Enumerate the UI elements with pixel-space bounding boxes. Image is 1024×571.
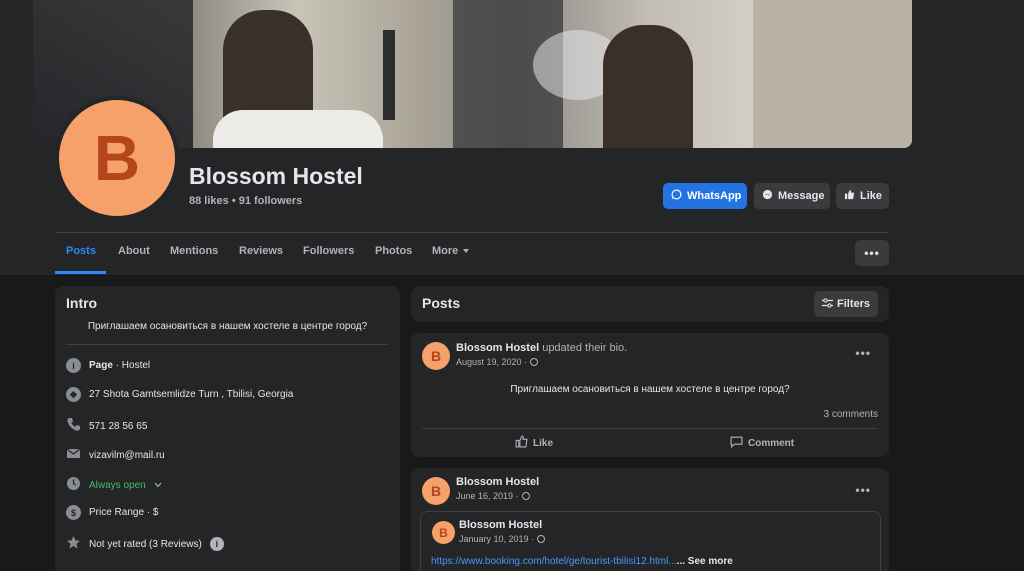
intro-email[interactable]: vizavilm@mail.ru <box>66 446 165 464</box>
email-text: vizavilm@mail.ru <box>89 449 165 461</box>
rating-text: Not yet rated (3 Reviews) <box>89 538 202 550</box>
like-label: Like <box>533 437 554 449</box>
post-date-text[interactable]: June 16, 2019 · <box>456 491 519 501</box>
intro-bio: Приглашаем осановиться в нашем хостеле в… <box>87 321 368 332</box>
posts-title: Posts <box>422 295 461 311</box>
intro-title: Intro <box>66 295 98 311</box>
shared-date-text[interactable]: January 10, 2019 · <box>459 534 534 544</box>
comments-count[interactable]: 3 comments <box>824 409 878 420</box>
intro-price-range: $ Price Range · $ <box>66 505 158 520</box>
tab-followers[interactable]: Followers <box>303 245 354 257</box>
price-icon: $ <box>66 505 81 520</box>
see-more-link[interactable]: ... See more <box>677 556 733 567</box>
tab-more[interactable]: More <box>432 245 470 257</box>
post-menu-button[interactable]: ••• <box>855 483 871 497</box>
message-button[interactable]: Message <box>754 183 830 209</box>
post-date[interactable]: August 19, 2020 · <box>456 357 539 367</box>
email-icon <box>66 446 81 464</box>
intro-divider <box>66 344 388 345</box>
like-label: Like <box>860 190 883 202</box>
intro-address[interactable]: ◆ 27 Shota Gamtsemlidze Turn , Tbilisi, … <box>66 387 293 402</box>
shared-post-link[interactable]: https://www.booking.com/hotel/ge/tourist… <box>431 556 733 567</box>
message-label: Message <box>778 190 825 202</box>
post-comment-button[interactable]: Comment <box>730 435 794 451</box>
whatsapp-button[interactable]: WhatsApp <box>663 183 747 209</box>
post-author-avatar[interactable]: B <box>422 477 450 505</box>
post-action-text: updated their bio. <box>539 342 628 354</box>
more-options-button[interactable]: ••• <box>855 240 889 266</box>
whatsapp-icon <box>671 189 682 203</box>
page-category: · Hostel <box>112 360 151 371</box>
directions-icon: ◆ <box>66 387 81 402</box>
tab-about[interactable]: About <box>118 245 150 257</box>
phone-icon <box>66 417 81 435</box>
filters-button[interactable]: Filters <box>814 291 878 317</box>
address-text: 27 Shota Gamtsemlidze Turn , Tbilisi, Ge… <box>89 389 294 400</box>
page-stats: 88 likes • 91 followers <box>189 195 303 207</box>
post-date[interactable]: June 16, 2019 · <box>456 491 530 501</box>
shared-post[interactable]: B Blossom Hostel January 10, 2019 · http… <box>420 511 881 571</box>
thumbs-up-icon <box>515 435 528 451</box>
avatar-letter: B <box>93 122 141 194</box>
tab-reviews[interactable]: Reviews <box>239 245 283 257</box>
post-card: B Blossom Hostel June 16, 2019 · ••• B B… <box>411 468 889 571</box>
header-divider <box>55 232 889 233</box>
tab-mentions[interactable]: Mentions <box>170 245 218 257</box>
like-page-button[interactable]: Like <box>836 183 889 209</box>
tab-more-label: More <box>432 245 459 257</box>
post-menu-button[interactable]: ••• <box>855 346 871 360</box>
post-author-name[interactable]: Blossom Hostel <box>456 476 539 488</box>
posts-header: Posts Filters <box>411 286 889 322</box>
intro-rating: Not yet rated (3 Reviews) i <box>66 535 224 553</box>
post-text: Приглашаем осановиться в нашем хостеле в… <box>510 384 790 395</box>
active-tab-indicator <box>55 271 106 274</box>
page-avatar[interactable]: B <box>59 100 175 216</box>
info-icon: i <box>66 358 81 373</box>
thumbs-up-icon <box>844 189 855 203</box>
comment-icon <box>730 435 743 451</box>
clock-icon <box>66 476 81 494</box>
star-icon <box>66 535 81 553</box>
filter-sliders-icon <box>821 297 833 311</box>
filters-label: Filters <box>836 298 870 310</box>
info-icon[interactable]: i <box>209 537 224 551</box>
messenger-icon <box>762 189 773 203</box>
caret-down-icon <box>462 245 470 257</box>
globe-icon <box>537 535 546 543</box>
price-text: Price Range · $ <box>89 507 159 518</box>
shared-author-avatar[interactable]: B <box>432 521 455 544</box>
post-author[interactable]: Blossom Hostel updated their bio. <box>456 342 627 354</box>
whatsapp-label: WhatsApp <box>687 190 742 202</box>
comment-label: Comment <box>748 437 795 449</box>
shared-author-name[interactable]: Blossom Hostel <box>459 519 542 531</box>
post-date-text[interactable]: August 19, 2020 · <box>456 357 527 367</box>
post-card: B Blossom Hostel updated their bio. Augu… <box>411 333 889 457</box>
globe-icon <box>530 358 539 366</box>
booking-link[interactable]: https://www.booking.com/hotel/ge/tourist… <box>431 556 677 567</box>
chevron-down-icon <box>154 480 162 491</box>
globe-icon <box>521 492 530 500</box>
intro-card: Intro Приглашаем осановиться в нашем хос… <box>55 286 400 571</box>
phone-text: 571 28 56 65 <box>89 420 148 432</box>
tab-photos[interactable]: Photos <box>375 245 412 257</box>
shared-post-date[interactable]: January 10, 2019 · <box>459 534 546 544</box>
post-author-name[interactable]: Blossom Hostel <box>456 342 539 354</box>
tab-posts[interactable]: Posts <box>66 245 96 257</box>
page-title: Blossom Hostel <box>189 163 363 189</box>
post-divider <box>422 428 878 429</box>
hours-text: Always open <box>89 479 146 491</box>
intro-hours[interactable]: Always open <box>66 476 162 494</box>
post-author-avatar[interactable]: B <box>422 342 450 370</box>
intro-phone[interactable]: 571 28 56 65 <box>66 417 147 435</box>
post-like-button[interactable]: Like <box>515 435 553 451</box>
intro-page-category: i Page · Hostel <box>66 358 150 373</box>
page-label: Page <box>89 360 113 371</box>
